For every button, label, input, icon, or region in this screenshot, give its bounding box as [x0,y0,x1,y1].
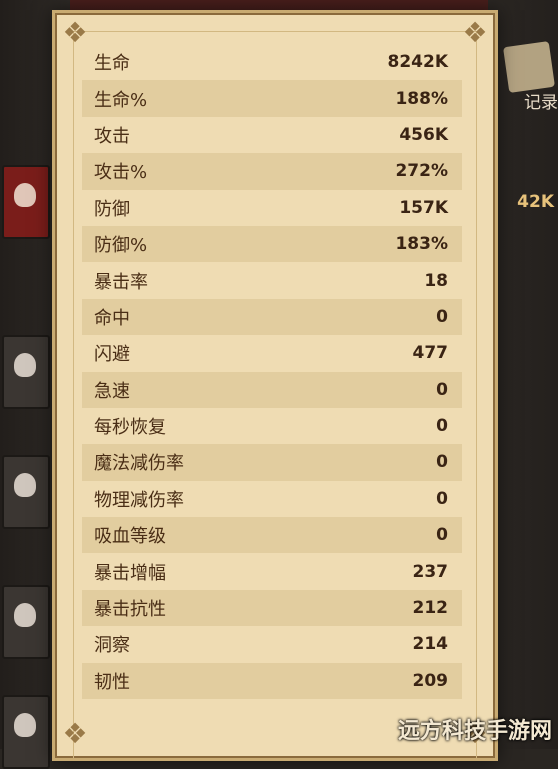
record-label[interactable]: 记录 [524,88,558,113]
stat-label: 吸血等级 [94,526,166,548]
stat-row-lifesteal: 吸血等级 0 [82,517,462,554]
stat-value: 183% [395,234,448,255]
stat-label: 魔法减伤率 [94,453,184,475]
stat-label: 生命 [94,53,130,75]
stat-row-attack: 攻击 456K [82,116,462,154]
stat-value: 214 [412,634,449,655]
stat-label: 暴击增幅 [94,562,166,584]
stat-row-dodge: 闪避 477 [82,335,462,372]
stat-row-hp: 生命 8242K [82,44,462,81]
stat-row-crit-resist: 暴击抗性 212 [82,589,462,627]
stat-value: 0 [436,416,448,437]
stat-label: 命中 [94,307,130,329]
hero-banner-icon[interactable] [2,455,50,529]
stat-label: 每秒恢复 [94,417,166,439]
stat-value: 157K [399,197,448,218]
hero-banner-icon[interactable] [2,335,50,409]
stat-value: 8242K [387,52,449,73]
stat-label: 防御 [94,198,130,220]
stat-row-tenacity: 韧性 209 [82,662,462,700]
stat-value: 0 [436,488,448,509]
stat-row-magic-reduction: 魔法减伤率 0 [82,444,462,481]
stat-value: 0 [436,379,448,400]
stat-value: 18 [424,270,448,291]
partial-value-text: 42K [517,192,554,212]
stat-row-haste: 急速 0 [82,371,462,408]
stat-value: 0 [436,452,448,473]
stat-label: 防御% [94,235,148,257]
stat-row-hp-percent: 生命% 188% [82,80,462,117]
ornament-corner-icon: ❖ [62,717,88,750]
stat-value: 212 [412,598,449,619]
stat-value: 188% [395,88,448,109]
stat-label: 闪避 [94,344,130,366]
stat-label: 物理减伤率 [94,489,184,511]
stat-row-accuracy: 命中 0 [82,298,462,336]
hero-banner-icon[interactable] [2,695,50,769]
stat-label: 韧性 [94,671,130,693]
stat-label: 洞察 [94,635,130,657]
stat-row-defense-percent: 防御% 183% [82,225,462,263]
stat-value: 477 [412,343,449,364]
stats-list: 生命 8242K 生命% 188% 攻击 456K 攻击% 272% 防御 157K 防御… [82,44,462,700]
stat-value: 0 [436,306,448,327]
stat-row-crit-damage: 暴击增幅 237 [82,553,462,590]
stat-value: 237 [412,561,449,582]
stat-label: 暴击率 [94,271,148,293]
stat-row-regen: 每秒恢复 0 [82,407,462,445]
stat-label: 生命% [94,89,148,111]
stat-label: 暴击抗性 [94,599,166,621]
stat-label: 急速 [94,380,130,402]
hero-banner-icon[interactable] [2,585,50,659]
right-panel-strip: 记录 42K [488,0,558,749]
stat-row-attack-percent: 攻击% 272% [82,153,462,190]
stat-row-physical-reduction: 物理减伤率 0 [82,480,462,518]
ornament-corner-icon: ❖ [462,16,488,49]
stat-value: 272% [395,161,448,182]
hero-banner-icon[interactable] [2,165,50,239]
stat-value: 0 [436,525,448,546]
stat-row-insight: 洞察 214 [82,626,462,663]
stat-row-defense: 防御 157K [82,189,462,226]
stat-value: 209 [412,670,449,691]
stat-row-crit-rate: 暴击率 18 [82,262,462,299]
record-scroll-icon[interactable] [503,41,555,93]
stat-value: 456K [399,124,448,145]
stat-label: 攻击 [94,125,130,147]
stat-label: 攻击% [94,162,148,184]
site-watermark: 远方科技手游网 [397,719,552,744]
